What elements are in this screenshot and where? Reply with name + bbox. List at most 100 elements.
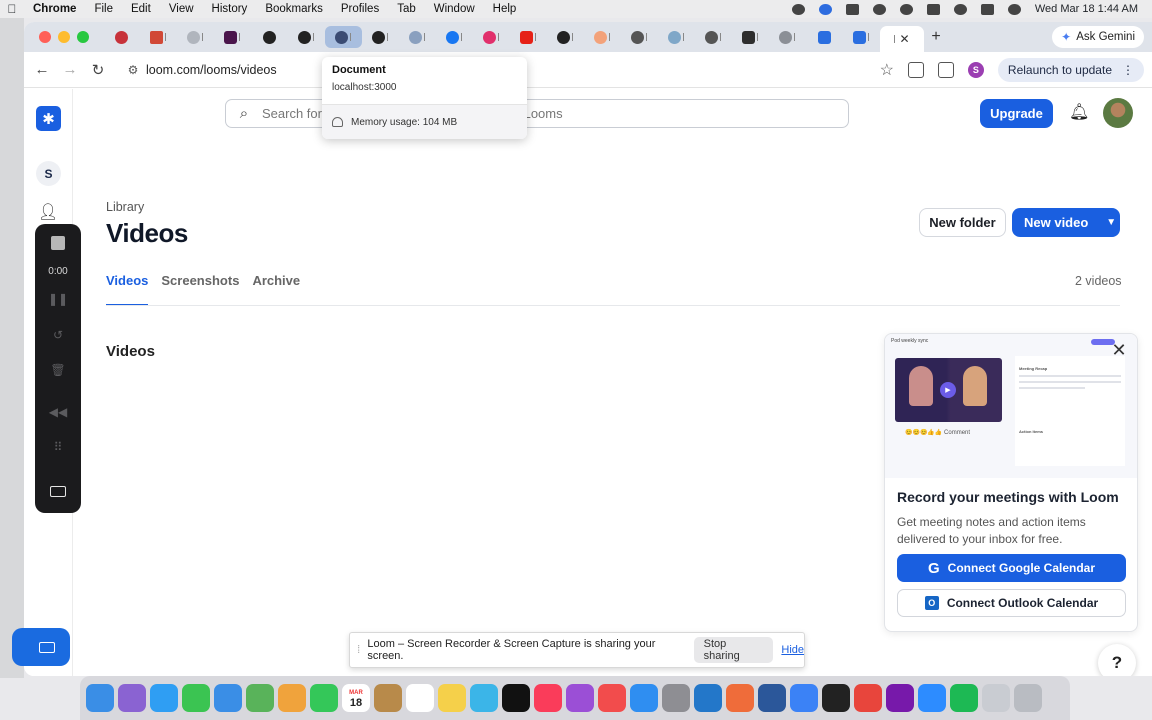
battery-icon[interactable] bbox=[926, 3, 940, 15]
browser-tab[interactable] bbox=[510, 26, 547, 48]
vscode-icon[interactable] bbox=[694, 684, 722, 712]
word-icon[interactable] bbox=[758, 684, 786, 712]
menu-history[interactable]: History bbox=[203, 3, 257, 15]
tab-screenshots[interactable]: Screenshots bbox=[161, 273, 239, 306]
sidepanel-icon[interactable] bbox=[937, 62, 954, 78]
bookmark-star-icon[interactable]: ☆ bbox=[880, 60, 894, 80]
wifi-icon[interactable] bbox=[953, 3, 967, 15]
zoom-window-button[interactable] bbox=[77, 31, 89, 43]
new-folder-button[interactable]: New folder bbox=[919, 208, 1006, 237]
menu-view[interactable]: View bbox=[160, 3, 203, 15]
camera-icon[interactable] bbox=[50, 486, 66, 497]
browser-tab[interactable] bbox=[658, 26, 695, 48]
messages-icon[interactable] bbox=[182, 684, 210, 712]
apple-icon[interactable]:  bbox=[0, 2, 24, 16]
gear-status-icon[interactable] bbox=[845, 3, 859, 15]
extensions-icon[interactable] bbox=[907, 62, 924, 78]
menu-tab[interactable]: Tab bbox=[388, 3, 425, 15]
apple-tv-icon[interactable] bbox=[502, 684, 530, 712]
browser-tab[interactable] bbox=[806, 26, 843, 48]
screen-share-status-icon[interactable] bbox=[872, 3, 886, 15]
podcasts-icon[interactable] bbox=[566, 684, 594, 712]
loom-logo-icon[interactable]: ✱ bbox=[36, 106, 61, 131]
bluetooth-icon[interactable] bbox=[790, 684, 818, 712]
menu-app-name[interactable]: Chrome bbox=[24, 3, 85, 15]
browser-tab[interactable] bbox=[547, 26, 584, 48]
upgrade-button[interactable]: Upgrade bbox=[980, 99, 1053, 128]
reload-icon[interactable]: ↻ bbox=[84, 61, 112, 79]
menubar-clock[interactable]: Wed Mar 18 1:44 AM bbox=[1035, 3, 1138, 15]
user-avatar[interactable] bbox=[1103, 98, 1133, 128]
breadcrumb[interactable]: Library bbox=[106, 200, 144, 214]
maps-icon[interactable] bbox=[246, 684, 274, 712]
close-icon[interactable]: ✕ bbox=[1109, 340, 1129, 360]
claude-icon[interactable] bbox=[726, 684, 754, 712]
browser-tab[interactable] bbox=[103, 26, 140, 48]
workspace-avatar[interactable]: S bbox=[36, 161, 61, 186]
browser-tab[interactable] bbox=[177, 26, 214, 48]
trash-icon[interactable]: 🗑︎ bbox=[35, 363, 81, 377]
close-window-button[interactable] bbox=[39, 31, 51, 43]
drag-handle-icon[interactable]: ⠿ bbox=[35, 440, 81, 454]
stickies-icon[interactable] bbox=[438, 684, 466, 712]
drag-grip-icon[interactable]: ⁞ bbox=[350, 644, 367, 656]
back-arrow-icon[interactable]: ← bbox=[28, 61, 56, 78]
loom-record-bubble[interactable] bbox=[12, 628, 70, 666]
chevron-down-icon[interactable]: ▼ bbox=[1106, 217, 1116, 228]
launchpad-icon[interactable] bbox=[118, 684, 146, 712]
siri-icon[interactable] bbox=[1007, 3, 1021, 15]
tab-videos[interactable]: Videos bbox=[106, 273, 149, 306]
minimize-window-button[interactable] bbox=[58, 31, 70, 43]
hide-link[interactable]: Hide bbox=[773, 644, 804, 656]
app-store-icon[interactable] bbox=[630, 684, 658, 712]
browser-tab-hovered[interactable] bbox=[325, 26, 362, 48]
search-input[interactable]: ⌕ Search for people, tags, folders, spac… bbox=[225, 99, 849, 128]
terminal-icon[interactable] bbox=[822, 684, 850, 712]
menu-file[interactable]: File bbox=[85, 3, 122, 15]
browser-tab[interactable] bbox=[695, 26, 732, 48]
calendar-icon[interactable]: MAR 18 bbox=[342, 684, 370, 712]
add-person-icon[interactable]: 👤︎ bbox=[38, 202, 58, 222]
notes-icon[interactable] bbox=[374, 684, 402, 712]
kebab-menu-icon[interactable]: ⋮ bbox=[1122, 63, 1134, 77]
browser-tab[interactable] bbox=[362, 26, 399, 48]
freeform-icon[interactable] bbox=[470, 684, 498, 712]
finder-icon[interactable] bbox=[86, 684, 114, 712]
zoom-icon[interactable] bbox=[918, 684, 946, 712]
facetime-icon[interactable] bbox=[310, 684, 338, 712]
browser-tab[interactable] bbox=[140, 26, 177, 48]
new-video-button[interactable]: New video ▼ bbox=[1012, 208, 1120, 237]
music-icon[interactable] bbox=[534, 684, 562, 712]
browser-tab[interactable] bbox=[399, 26, 436, 48]
stop-recording-icon[interactable] bbox=[51, 236, 65, 250]
active-browser-tab[interactable]: ✕ bbox=[880, 26, 924, 52]
profile-avatar[interactable]: S bbox=[967, 62, 984, 78]
control-center-icon[interactable] bbox=[980, 3, 994, 15]
safari-icon[interactable] bbox=[150, 684, 178, 712]
menu-help[interactable]: Help bbox=[484, 3, 526, 15]
pause-icon[interactable]: ❚❚ bbox=[35, 292, 81, 306]
forward-arrow-icon[interactable]: → bbox=[56, 61, 84, 78]
browser-tab[interactable] bbox=[473, 26, 510, 48]
restart-icon[interactable]: ↺ bbox=[35, 328, 81, 342]
play-status-icon[interactable] bbox=[899, 3, 913, 15]
browser-tab[interactable] bbox=[214, 26, 251, 48]
chrome-icon[interactable] bbox=[854, 684, 882, 712]
onenote-icon[interactable] bbox=[886, 684, 914, 712]
browser-tab[interactable] bbox=[251, 26, 288, 48]
browser-tab[interactable] bbox=[843, 26, 880, 48]
stop-sharing-button[interactable]: Stop sharing bbox=[693, 637, 774, 663]
notifications-bell-icon[interactable]: 🔔︎ bbox=[1069, 102, 1089, 122]
downloads-folder-icon[interactable] bbox=[982, 684, 1010, 712]
site-settings-icon[interactable]: ⚙ bbox=[120, 63, 146, 77]
rewind-icon[interactable]: ◀◀ bbox=[35, 405, 81, 419]
status-recording-icon[interactable] bbox=[791, 3, 805, 15]
reminders-icon[interactable] bbox=[406, 684, 434, 712]
browser-tab[interactable] bbox=[436, 26, 473, 48]
menu-window[interactable]: Window bbox=[425, 3, 484, 15]
connect-google-calendar-button[interactable]: G Connect Google Calendar bbox=[897, 554, 1126, 582]
news-icon[interactable] bbox=[598, 684, 626, 712]
menu-profiles[interactable]: Profiles bbox=[332, 3, 388, 15]
new-tab-button[interactable]: + bbox=[924, 28, 948, 46]
tab-archive[interactable]: Archive bbox=[252, 273, 300, 306]
